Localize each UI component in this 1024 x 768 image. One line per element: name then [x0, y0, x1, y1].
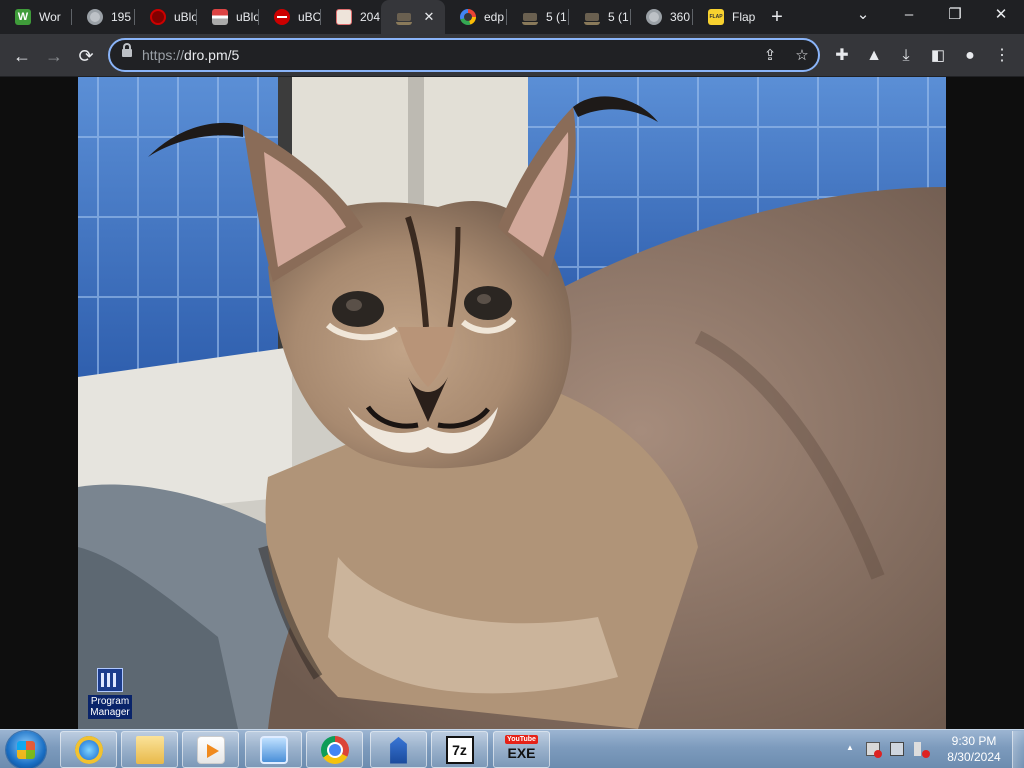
- tab-8[interactable]: 5 (1: [507, 0, 569, 34]
- control-panel-icon: [259, 735, 288, 764]
- youtube-exe-icon: YouTube EXE: [505, 734, 539, 765]
- media-player-icon: [196, 735, 225, 764]
- new-tab-button[interactable]: +: [766, 6, 788, 28]
- network-icon[interactable]: [890, 742, 904, 756]
- menu-kebab-icon[interactable]: ⋮: [988, 42, 1016, 70]
- 7zip-icon: 7z: [445, 735, 474, 764]
- tab-title: 204: [360, 10, 381, 24]
- url-host: dro.pm/5: [184, 47, 240, 63]
- system-clock[interactable]: 9:30 PM 8/30/2024: [942, 733, 1006, 765]
- label-line-2: Manager: [90, 707, 130, 718]
- tab-2[interactable]: uBlo: [135, 0, 197, 34]
- taskbar-youtube-exe-button[interactable]: YouTube EXE: [493, 731, 550, 768]
- close-window-button[interactable]: ✕: [978, 0, 1024, 34]
- tab-5[interactable]: 204: [321, 0, 381, 34]
- flappy-icon: FLAP: [708, 9, 724, 25]
- clock-time: 9:30 PM: [951, 734, 997, 748]
- globe-icon: [646, 9, 662, 25]
- tab-title: uBlo: [236, 10, 259, 24]
- tab-1[interactable]: 195: [72, 0, 135, 34]
- taskbar-chrome-button[interactable]: [306, 731, 363, 768]
- label-line-1: Program: [90, 696, 130, 707]
- back-button[interactable]: ←: [8, 42, 36, 70]
- url-scheme: https://: [142, 47, 185, 63]
- page-content: Program Manager: [0, 77, 1024, 729]
- tab-title: 195: [111, 10, 132, 24]
- taskbar-media-button[interactable]: [182, 731, 239, 768]
- address-bar[interactable]: https://dro.pm/5 ⇪ ☆: [108, 38, 820, 72]
- internet-explorer-icon: [74, 735, 103, 764]
- clock-date: 8/30/2024: [947, 750, 1001, 764]
- desktop-icon-label: Program Manager: [88, 695, 132, 719]
- exe-label: EXE: [507, 744, 536, 761]
- tab-search-button[interactable]: ⌄: [840, 0, 886, 34]
- google-icon: [460, 9, 476, 25]
- action-center-flag-icon[interactable]: [866, 742, 882, 758]
- program-manager-icon: [97, 668, 123, 692]
- chrome-icon: [320, 735, 349, 764]
- caracal-photo: [78, 77, 946, 729]
- screen: W Wor 195 uBlo uBlo uBO 204 ✕ edp 5 (1 5…: [0, 0, 1024, 768]
- tab-active[interactable]: ✕: [381, 0, 445, 34]
- cat-photo-icon: [522, 9, 538, 25]
- close-tab-icon[interactable]: ✕: [421, 9, 437, 25]
- tab-7[interactable]: edp: [445, 0, 507, 34]
- tab-title: 5 (1: [608, 10, 629, 24]
- show-desktop-button[interactable]: [1012, 731, 1024, 768]
- minimize-button[interactable]: –: [886, 0, 932, 34]
- cat-photo-icon: [584, 9, 600, 25]
- caracal-image: [78, 77, 946, 729]
- w-green-icon: W: [15, 9, 31, 25]
- tab-3[interactable]: uBlo: [197, 0, 259, 34]
- 2048-icon: [336, 9, 352, 25]
- bookmark-star-icon[interactable]: ☆: [790, 44, 814, 68]
- start-button[interactable]: [6, 731, 46, 768]
- tab-title: uBlo: [174, 10, 197, 24]
- taskbar-ie-button[interactable]: [60, 731, 117, 768]
- lock-icon[interactable]: [122, 43, 132, 57]
- windows-taskbar: 7z YouTube EXE ▲ 9:30 PM 8/30/2024: [0, 729, 1024, 768]
- reload-button[interactable]: ⟳: [72, 42, 100, 70]
- stop-icon: [274, 9, 290, 25]
- download-icon[interactable]: ⤓: [892, 42, 920, 70]
- file-explorer-icon: [135, 735, 164, 764]
- url-text[interactable]: https://dro.pm/5: [142, 47, 239, 63]
- browser-toolbar: ← → ⟳ https://dro.pm/5 ⇪ ☆ ✚ ▲ ⤓ ◧ ● ⋮: [0, 34, 1024, 77]
- side-panel-icon[interactable]: ◧: [924, 42, 952, 70]
- tab-title: Wor: [39, 10, 61, 24]
- globe-icon: [87, 9, 103, 25]
- tab-title: 5 (1: [546, 10, 567, 24]
- building-app-icon: [390, 736, 407, 764]
- tab-title: uBO: [298, 10, 321, 24]
- taskbar-7zip-button[interactable]: 7z: [431, 731, 488, 768]
- tab-title: Flap: [732, 10, 755, 24]
- labs-flask-icon[interactable]: ▲: [860, 42, 888, 70]
- tab-10[interactable]: 360: [631, 0, 693, 34]
- youtube-label: YouTube: [505, 734, 538, 744]
- tab-11[interactable]: FLAP Flap: [693, 0, 755, 34]
- tab-9[interactable]: 5 (1: [569, 0, 631, 34]
- tab-0[interactable]: W Wor: [0, 0, 72, 34]
- tab-title: edp: [484, 10, 505, 24]
- profile-icon[interactable]: ●: [956, 42, 984, 70]
- restore-button[interactable]: ❐: [932, 0, 978, 34]
- cat-photo-icon: [396, 9, 412, 25]
- taskbar-explorer-button[interactable]: [121, 731, 178, 768]
- share-icon[interactable]: ⇪: [758, 44, 782, 68]
- ublock-icon: [150, 9, 166, 25]
- volume-muted-icon[interactable]: [914, 742, 930, 758]
- tab-strip: W Wor 195 uBlo uBlo uBO 204 ✕ edp 5 (1 5…: [0, 0, 1024, 34]
- forward-button[interactable]: →: [40, 42, 68, 70]
- ublock-image-icon: [212, 9, 228, 25]
- taskbar-control-panel-button[interactable]: [245, 731, 302, 768]
- show-hidden-icons-button[interactable]: ▲: [846, 743, 854, 752]
- tab-4[interactable]: uBO: [259, 0, 321, 34]
- tab-title: 360: [670, 10, 691, 24]
- extensions-icon[interactable]: ✚: [828, 42, 856, 70]
- taskbar-building-app-button[interactable]: [370, 731, 427, 768]
- program-manager-desktop-icon[interactable]: Program Manager: [88, 668, 132, 720]
